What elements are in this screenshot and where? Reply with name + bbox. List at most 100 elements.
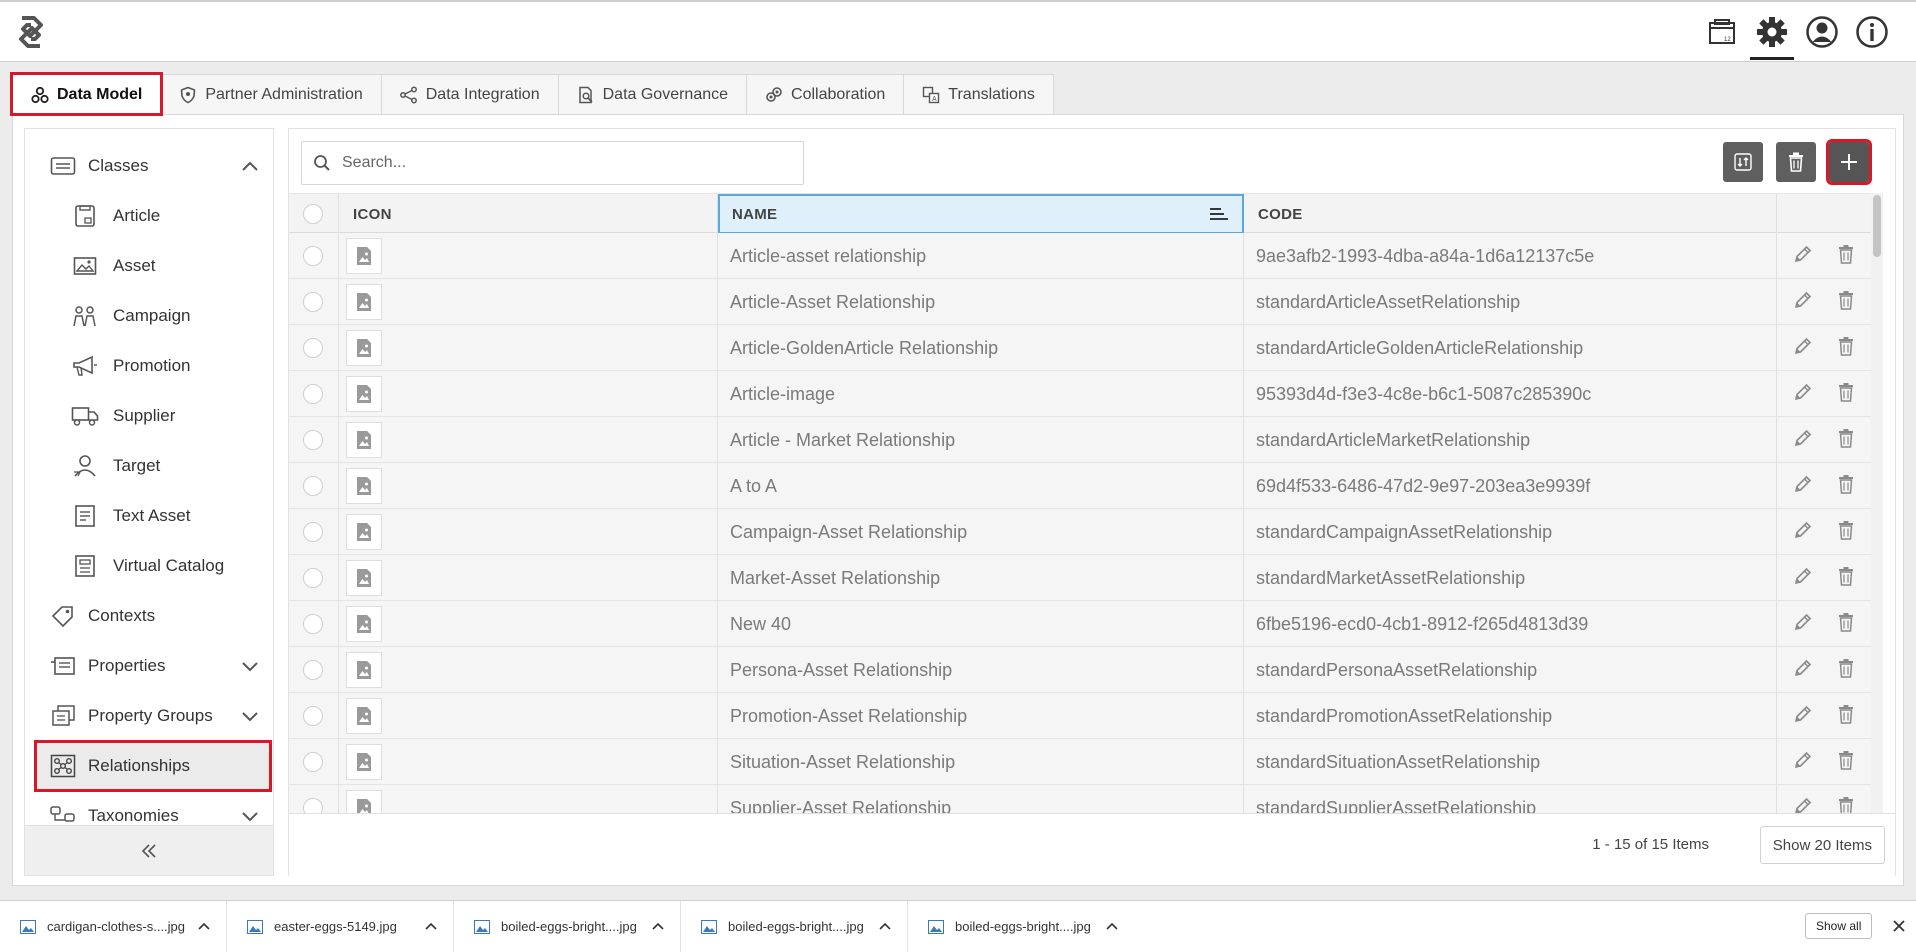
download-item[interactable]: boiled-eggs-bright....jpg bbox=[908, 901, 1135, 952]
trash-icon[interactable] bbox=[1837, 612, 1855, 637]
trash-icon[interactable] bbox=[1837, 796, 1855, 813]
trash-icon[interactable] bbox=[1837, 336, 1855, 361]
chevron-up-icon[interactable] bbox=[879, 922, 891, 930]
table-row[interactable]: Article - Market Relationship standardArt… bbox=[289, 417, 1883, 463]
download-item[interactable]: easter-eggs-5149.jpg bbox=[227, 901, 454, 952]
edit-icon[interactable] bbox=[1793, 796, 1813, 813]
download-item[interactable]: boiled-eggs-bright....jpg bbox=[454, 901, 681, 952]
column-header-name[interactable]: NAME bbox=[718, 194, 1244, 234]
edit-icon[interactable] bbox=[1793, 750, 1813, 775]
add-relationship-button[interactable] bbox=[1826, 139, 1872, 185]
row-select-radio[interactable] bbox=[303, 430, 323, 450]
table-row[interactable]: Article-asset relationship 9ae3afb2-1993-… bbox=[289, 233, 1883, 279]
sidebar-item-virtual-catalog[interactable]: Virtual Catalog bbox=[25, 543, 273, 589]
app-logo[interactable] bbox=[8, 14, 54, 50]
row-select-radio[interactable] bbox=[303, 706, 323, 726]
chevron-up-icon[interactable] bbox=[241, 160, 259, 172]
scrollbar-thumb[interactable] bbox=[1873, 195, 1881, 257]
page-size-button[interactable]: Show 20 Items bbox=[1759, 826, 1885, 864]
tab-collaboration[interactable]: Collaboration bbox=[746, 74, 905, 114]
sidebar-item-article[interactable]: Article bbox=[25, 193, 273, 239]
user-icon[interactable] bbox=[1804, 12, 1840, 52]
row-select-radio[interactable] bbox=[303, 568, 323, 588]
row-select-radio[interactable] bbox=[303, 752, 323, 772]
sidebar-item-promotion[interactable]: Promotion bbox=[25, 343, 273, 389]
sidebar-item-classes[interactable]: Classes bbox=[25, 143, 273, 189]
sidebar-item-property-groups[interactable]: Property Groups bbox=[25, 693, 273, 739]
refresh-button[interactable] bbox=[1723, 142, 1763, 182]
edit-icon[interactable] bbox=[1793, 382, 1813, 407]
chevron-up-icon[interactable] bbox=[652, 922, 664, 930]
chevron-up-icon[interactable] bbox=[1106, 922, 1118, 930]
chevron-up-icon[interactable] bbox=[425, 922, 437, 930]
row-select-radio[interactable] bbox=[303, 798, 323, 813]
table-row[interactable]: Supplier-Asset Relationship standardSuppl… bbox=[289, 785, 1883, 813]
edit-icon[interactable] bbox=[1793, 704, 1813, 729]
edit-icon[interactable] bbox=[1793, 244, 1813, 269]
table-row[interactable]: Promotion-Asset Relationship standardProm… bbox=[289, 693, 1883, 739]
sidebar-item-relationships[interactable]: Relationships bbox=[34, 740, 272, 792]
trash-icon[interactable] bbox=[1837, 382, 1855, 407]
row-select-radio[interactable] bbox=[303, 614, 323, 634]
trash-icon[interactable] bbox=[1837, 244, 1855, 269]
row-select-radio[interactable] bbox=[303, 476, 323, 496]
edit-icon[interactable] bbox=[1793, 658, 1813, 683]
download-item[interactable]: cardigan-clothes-s....jpg bbox=[0, 901, 227, 952]
close-icon[interactable] bbox=[1892, 919, 1906, 933]
tab-data-integration[interactable]: Data Integration bbox=[380, 74, 559, 114]
trash-icon[interactable] bbox=[1837, 704, 1855, 729]
sidebar-item-properties[interactable]: Properties bbox=[25, 643, 273, 689]
sidebar-item-text-asset[interactable]: Text Asset bbox=[25, 493, 273, 539]
table-scrollbar[interactable] bbox=[1871, 193, 1883, 813]
column-header-icon[interactable]: ICON bbox=[339, 194, 718, 234]
info-icon[interactable] bbox=[1854, 12, 1890, 52]
gear-icon[interactable] bbox=[1750, 12, 1794, 60]
table-row[interactable]: Market-Asset Relationship standardMarketA… bbox=[289, 555, 1883, 601]
row-select-radio[interactable] bbox=[303, 522, 323, 542]
trash-icon[interactable] bbox=[1837, 428, 1855, 453]
sidebar-item-supplier[interactable]: Supplier bbox=[25, 393, 273, 439]
edit-icon[interactable] bbox=[1793, 566, 1813, 591]
table-row[interactable]: Situation-Asset Relationship standardSitu… bbox=[289, 739, 1883, 785]
trash-icon[interactable] bbox=[1837, 750, 1855, 775]
edit-icon[interactable] bbox=[1793, 290, 1813, 315]
chevron-down-icon[interactable] bbox=[241, 710, 259, 722]
row-select-radio[interactable] bbox=[303, 384, 323, 404]
collapse-sidebar-button[interactable] bbox=[25, 825, 273, 875]
sidebar-item-taxonomies[interactable]: Taxonomies bbox=[25, 793, 273, 827]
search-input[interactable] bbox=[342, 143, 792, 183]
trash-icon[interactable] bbox=[1837, 658, 1855, 683]
table-row[interactable]: Campaign-Asset Relationship standardCampa… bbox=[289, 509, 1883, 555]
chevron-down-icon[interactable] bbox=[241, 810, 259, 822]
sidebar-item-target[interactable]: Target bbox=[25, 443, 273, 489]
table-row[interactable]: Article-image 95393d4d-f3e3-4c8e-b6c1-508… bbox=[289, 371, 1883, 417]
catalog-icon[interactable]: 12 bbox=[1704, 12, 1740, 52]
table-row[interactable]: New 40 6fbe5196-ecd0-4cb1-8912-f265d4813d… bbox=[289, 601, 1883, 647]
column-header-code[interactable]: CODE bbox=[1244, 194, 1777, 234]
chevron-up-icon[interactable] bbox=[198, 922, 210, 930]
trash-icon[interactable] bbox=[1837, 520, 1855, 545]
chevron-down-icon[interactable] bbox=[241, 660, 259, 672]
tab-translations[interactable]: A Translations bbox=[903, 74, 1054, 114]
sidebar-item-contexts[interactable]: Contexts bbox=[25, 593, 273, 639]
edit-icon[interactable] bbox=[1793, 336, 1813, 361]
table-row[interactable]: A to A 69d4f533-6486-47d2-9e97-203ea3e993… bbox=[289, 463, 1883, 509]
sort-icon[interactable] bbox=[1209, 206, 1229, 222]
table-row[interactable]: Article-GoldenArticle Relationship standa… bbox=[289, 325, 1883, 371]
trash-icon[interactable] bbox=[1837, 290, 1855, 315]
delete-selected-button[interactable] bbox=[1776, 142, 1816, 182]
edit-icon[interactable] bbox=[1793, 474, 1813, 499]
row-select-radio[interactable] bbox=[303, 338, 323, 358]
edit-icon[interactable] bbox=[1793, 612, 1813, 637]
trash-icon[interactable] bbox=[1837, 474, 1855, 499]
tab-data-model[interactable]: Data Model bbox=[9, 72, 164, 116]
table-row[interactable]: Persona-Asset Relationship standardPerson… bbox=[289, 647, 1883, 693]
edit-icon[interactable] bbox=[1793, 520, 1813, 545]
row-select-radio[interactable] bbox=[303, 246, 323, 266]
edit-icon[interactable] bbox=[1793, 428, 1813, 453]
table-row[interactable]: Article-Asset Relationship standardArticl… bbox=[289, 279, 1883, 325]
row-select-radio[interactable] bbox=[303, 292, 323, 312]
sidebar-item-campaign[interactable]: Campaign bbox=[25, 293, 273, 339]
select-all-radio[interactable] bbox=[303, 204, 323, 224]
show-all-downloads-button[interactable]: Show all bbox=[1805, 913, 1873, 939]
